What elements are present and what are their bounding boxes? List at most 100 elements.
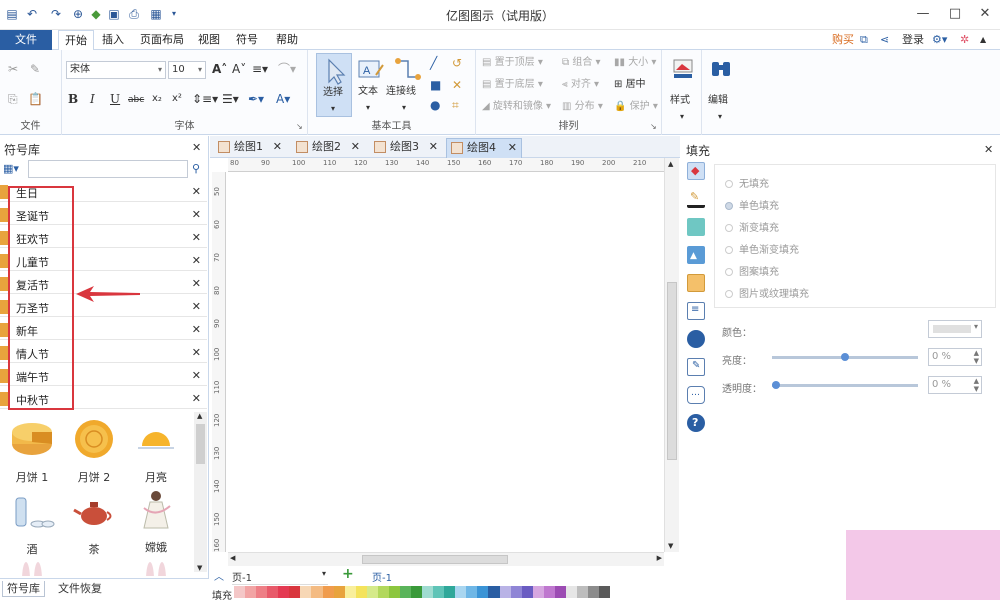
close-category-icon[interactable]: ✕ [192, 346, 201, 359]
line-spacing-icon[interactable]: ≡▾ [252, 62, 268, 76]
fill-color-picker[interactable]: ▾ [928, 320, 982, 338]
font-size-select[interactable]: 10 ▾ [168, 61, 206, 79]
layers-icon[interactable] [687, 274, 705, 292]
category-row-new-year[interactable]: 新年 ✕ [0, 320, 207, 340]
send-to-back-button[interactable]: ▤ 置于底层 ▾ [482, 78, 543, 92]
shape-partial[interactable] [2, 560, 62, 576]
transparency-slider[interactable] [772, 381, 918, 389]
rotate-mirror-button[interactable]: ◢ 旋转和镜像 ▾ [482, 100, 551, 114]
export-icon[interactable]: ▦ [148, 6, 164, 22]
category-row-carnival[interactable]: 狂欢节 ✕ [0, 228, 207, 248]
transparency-slider-knob[interactable] [772, 381, 780, 389]
style-button[interactable]: 样式 ▾ [668, 54, 698, 124]
ribbon-collapse-icon[interactable]: ▲ [980, 32, 986, 48]
superscript-icon[interactable]: x² [172, 92, 182, 106]
category-row-valentines[interactable]: 情人节 ✕ [0, 343, 207, 363]
grow-font-icon[interactable]: A˄ [212, 62, 227, 76]
ellipse-tool-icon[interactable]: ● [430, 98, 440, 112]
tab-drawing-4[interactable]: 绘图4 ✕ [446, 138, 522, 158]
undo-icon[interactable]: ↶ [24, 6, 40, 22]
strikethrough-icon[interactable]: abc [128, 93, 144, 107]
font-dialog-launcher-icon[interactable]: ↘ [296, 120, 303, 134]
line-pen-icon[interactable]: ✎ [687, 190, 705, 208]
italic-icon[interactable]: I [90, 92, 95, 106]
customize-toolbar-icon[interactable]: ▾ [166, 6, 182, 22]
symbol-search-input[interactable] [28, 160, 188, 178]
font-color-brush-icon[interactable]: ✒▾ [248, 92, 264, 106]
close-category-icon[interactable]: ✕ [192, 254, 201, 267]
page-select[interactable]: 页-1 ▾ [232, 569, 328, 585]
close-category-icon[interactable]: ✕ [192, 277, 201, 290]
close-tab-icon[interactable]: ✕ [273, 138, 282, 156]
group-button[interactable]: ⧉ 组合 ▾ [562, 56, 601, 70]
close-tab-icon[interactable]: ✕ [508, 139, 517, 157]
close-tab-icon[interactable]: ✕ [429, 138, 438, 156]
transparency-spinner[interactable]: 0 % ▲ ▼ [928, 376, 982, 394]
select-tool-button[interactable]: 选择 ▾ [316, 53, 352, 117]
shadow-icon[interactable] [687, 218, 705, 236]
hyperlink-globe-icon[interactable] [687, 330, 705, 348]
shape-change-e[interactable]: 嫦娥 [126, 488, 186, 555]
distribute-button[interactable]: ▥ 分布 ▾ [562, 100, 603, 114]
page-properties-icon[interactable]: ≡ [687, 302, 705, 320]
brightness-spinner[interactable]: 0 % ▲ ▼ [928, 348, 982, 366]
shape-tea[interactable]: 茶 [64, 490, 124, 557]
page-up-icon[interactable]: ︿ [214, 568, 224, 583]
close-category-icon[interactable]: ✕ [192, 369, 201, 382]
shape-moon[interactable]: 月亮 [126, 418, 186, 485]
font-color-icon[interactable]: A▾ [276, 92, 290, 106]
fill-option-pattern[interactable]: 图案填充 [725, 263, 779, 278]
close-window-button[interactable]: ✕ [970, 4, 1000, 24]
library-menu-icon[interactable]: ▦▾ [3, 162, 19, 175]
save-icon[interactable]: ▣ [106, 6, 122, 22]
attachment-icon[interactable]: ✎ [687, 358, 705, 376]
tab-symbol-library[interactable]: 符号库 [2, 581, 45, 597]
maximize-button[interactable]: □ [940, 4, 970, 24]
line-tool-icon[interactable]: ╱ [430, 56, 437, 70]
close-category-icon[interactable]: ✕ [192, 208, 201, 221]
pen-tool-icon[interactable]: ✕ [452, 78, 462, 92]
category-row-childrens-day[interactable]: 儿童节 ✕ [0, 251, 207, 271]
drawing-canvas[interactable] [228, 172, 664, 552]
minimize-button[interactable]: — [908, 4, 938, 24]
tab-file-recovery[interactable]: 文件恢复 [54, 581, 106, 597]
plugin-icon[interactable]: ✲ [960, 32, 969, 48]
close-symbol-library-button[interactable]: ✕ [192, 141, 201, 154]
rectangle-tool-icon[interactable]: ■ [430, 78, 441, 92]
close-category-icon[interactable]: ✕ [192, 392, 201, 405]
print-icon[interactable]: ⎙ [126, 6, 142, 22]
align-button[interactable]: ⫷ 对齐 ▾ [562, 78, 599, 92]
shape-partial[interactable] [126, 560, 186, 576]
paragraph-spacing-icon[interactable]: ⇕≡▾ [192, 92, 218, 106]
tab-drawing-2[interactable]: 绘图2 ✕ [292, 138, 364, 158]
canvas-vertical-scrollbar[interactable]: ▲ ▼ [664, 158, 679, 552]
text-curve-icon[interactable]: ⌒▾ [278, 62, 296, 76]
underline-icon[interactable]: U [110, 92, 120, 106]
color-palette[interactable] [234, 586, 611, 598]
canvas-horizontal-scrollbar[interactable]: ◀ ▶ [228, 552, 664, 566]
center-button[interactable]: ⊞ 居中 [614, 78, 646, 92]
subscript-icon[interactable]: x₂ [152, 92, 162, 106]
bullets-icon[interactable]: ☰▾ [222, 92, 239, 106]
arc-tool-icon[interactable]: ↺ [452, 56, 462, 70]
tab-page-layout[interactable]: 页面布局 [136, 30, 188, 50]
library-scrollbar[interactable]: ▲ ▼ [194, 412, 207, 572]
fill-option-none[interactable]: 无填充 [725, 175, 769, 190]
help-icon[interactable]: ? [687, 414, 705, 432]
fill-option-solid[interactable]: 单色填充 [725, 197, 779, 212]
category-row-easter[interactable]: 复活节 ✕ [0, 274, 207, 294]
tab-help[interactable]: 帮助 [270, 30, 304, 50]
protect-button[interactable]: 🔒 保护 ▾ [614, 100, 658, 114]
screen-capture-icon[interactable]: ⧉ [860, 32, 868, 48]
shape-mooncake-1[interactable]: 月饼 1 [2, 418, 62, 485]
paste-icon[interactable]: 📋 [28, 92, 43, 106]
image-icon[interactable]: ▲ [687, 246, 705, 264]
crop-tool-icon[interactable]: ⌗ [452, 98, 459, 112]
settings-gear-icon[interactable]: ⚙▾ [932, 32, 947, 48]
close-tab-icon[interactable]: ✕ [351, 138, 360, 156]
fill-bucket-icon[interactable]: ◆ [687, 162, 705, 180]
size-button[interactable]: ▮▮ 大小 ▾ [614, 56, 656, 70]
arrange-dialog-launcher-icon[interactable]: ↘ [650, 120, 657, 134]
redo-icon[interactable]: ↷ [48, 6, 64, 22]
format-painter-icon[interactable]: ✎ [30, 62, 40, 76]
